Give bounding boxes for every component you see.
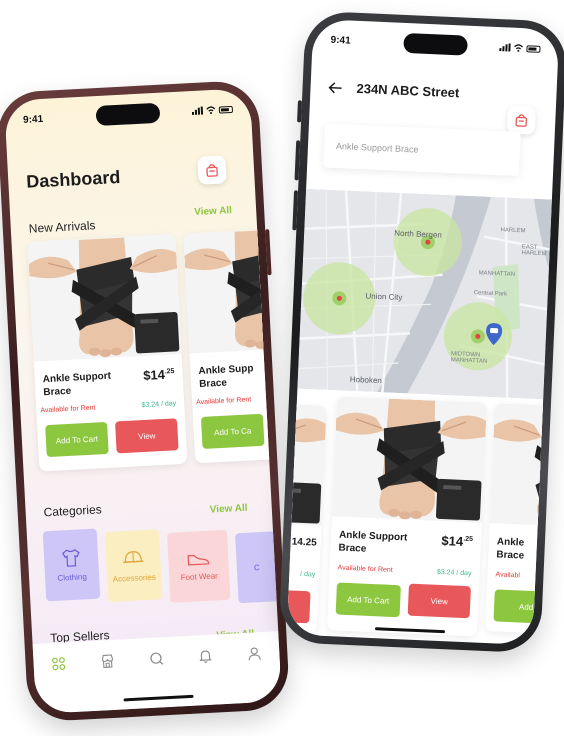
availability-text: Available for Rent xyxy=(40,404,96,415)
location-screen: 9:41 234N ABC Street Ankle Support Brace… xyxy=(286,18,560,646)
volume-down-button xyxy=(292,190,299,231)
map-label-union-city: Union City xyxy=(365,291,403,303)
power-button xyxy=(265,229,272,276)
shirt-icon xyxy=(62,548,80,567)
status-time: 9:41 xyxy=(22,113,44,126)
rate-text: $3.24 / day xyxy=(141,400,177,410)
product-name-line2: Brace xyxy=(496,549,525,562)
search-icon[interactable] xyxy=(149,651,164,666)
category-label: Foot Wear xyxy=(180,570,219,582)
product-card[interactable]: 14.25 / day xyxy=(286,399,327,634)
availability-text: Available for Rent xyxy=(195,396,252,407)
view-button[interactable]: View xyxy=(407,583,471,619)
shopping-bag-icon xyxy=(515,114,528,127)
tab-bar xyxy=(32,631,282,715)
wifi-icon xyxy=(514,44,524,52)
categories-view-all[interactable]: View All xyxy=(210,503,248,516)
view-button[interactable] xyxy=(286,588,311,624)
action-button xyxy=(297,100,302,123)
category-foot-wear[interactable]: Foot Wear xyxy=(166,529,231,603)
product-price: 14.25 xyxy=(291,536,317,549)
store-icon[interactable] xyxy=(100,654,115,669)
product-card[interactable]: Ankle Support Brace $14.25 Available for… xyxy=(27,234,188,472)
product-price: $14.25 xyxy=(441,533,474,549)
right-phone: 9:41 234N ABC Street Ankle Support Brace… xyxy=(278,10,564,654)
availability-text: Availabl xyxy=(495,571,520,580)
product-price: $14.25 xyxy=(142,366,175,383)
page-title: Dashboard xyxy=(25,166,121,192)
product-card[interactable]: Ankle Brace Availabl Add xyxy=(485,403,560,638)
back-arrow-icon[interactable] xyxy=(328,81,343,94)
wifi-icon xyxy=(206,106,216,115)
map-label-hoboken: Hoboken xyxy=(349,374,383,386)
signal-icon xyxy=(191,106,204,116)
map-label-east-harlem: EAST HARLEM xyxy=(521,244,547,258)
product-name-line1: Ankle xyxy=(496,536,525,549)
dashboard-screen: 9:41 Dashboard New Arrivals View All Ank… xyxy=(4,87,282,715)
rate-text: / day xyxy=(299,570,316,579)
product-card[interactable]: Ankle Support Brace $14.25 Available for… xyxy=(326,396,487,637)
helmet-icon xyxy=(123,550,144,563)
battery-icon xyxy=(526,44,541,53)
categories-title: Categories xyxy=(43,502,103,520)
product-name-line2: Brace xyxy=(43,385,72,399)
bell-icon[interactable] xyxy=(198,649,213,664)
map-view[interactable]: North Bergen HARLEM EAST HARLEM MANHATTA… xyxy=(297,188,552,400)
search-field[interactable] xyxy=(323,123,521,177)
map-label-harlem: HARLEM xyxy=(500,227,526,235)
new-arrivals-view-all[interactable]: View All xyxy=(194,205,232,218)
category-accessories[interactable]: Accessories xyxy=(104,529,163,603)
product-image xyxy=(27,234,182,362)
dynamic-island xyxy=(95,102,161,127)
battery-icon xyxy=(218,105,234,114)
address-title: 234N ABC Street xyxy=(356,80,460,101)
rate-text: $3.24 / day xyxy=(436,568,472,578)
category-more[interactable]: C xyxy=(235,531,279,604)
product-image xyxy=(489,403,560,530)
dynamic-island xyxy=(403,32,468,56)
cart-button[interactable] xyxy=(197,155,227,185)
signal-icon xyxy=(499,43,511,52)
availability-text: Available for Rent xyxy=(337,564,393,574)
status-time: 9:41 xyxy=(330,34,351,47)
product-image xyxy=(286,399,327,526)
category-label: C xyxy=(253,562,260,572)
shopping-bag-icon xyxy=(206,164,218,177)
view-button[interactable]: View xyxy=(115,418,179,454)
grid-icon[interactable] xyxy=(51,656,66,671)
add-to-cart-button[interactable]: Add To Cart xyxy=(335,582,401,618)
add-to-cart-button[interactable]: Add To Ca xyxy=(200,413,265,449)
map-canvas xyxy=(297,188,552,400)
category-label: Accessories xyxy=(112,572,157,584)
add-to-cart-button[interactable]: Add xyxy=(493,589,559,625)
map-label-midtown: MIDTOWN MANHATTAN xyxy=(450,351,488,365)
category-label: Clothing xyxy=(57,571,87,583)
volume-up-button xyxy=(294,140,301,181)
product-name-line2: Brace xyxy=(198,377,228,391)
add-to-cart-button[interactable]: Add To Cart xyxy=(45,421,109,458)
search-input[interactable] xyxy=(335,141,521,160)
new-arrivals-title: New Arrivals xyxy=(28,218,96,236)
category-clothing[interactable]: Clothing xyxy=(42,528,101,602)
product-image xyxy=(331,396,487,523)
profile-icon[interactable] xyxy=(247,646,262,661)
left-phone: 9:41 Dashboard New Arrivals View All Ank… xyxy=(0,79,291,723)
shoe-icon xyxy=(187,554,210,565)
cart-button[interactable] xyxy=(506,105,536,135)
